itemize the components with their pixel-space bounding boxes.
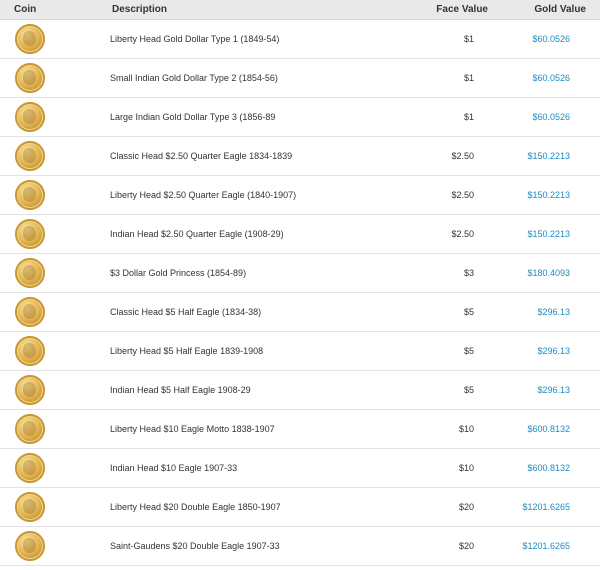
gold-value-link[interactable]: $1201.6265: [500, 502, 600, 512]
gold-coin-icon: [15, 24, 45, 54]
coin-description: Liberty Head $10 Eagle Motto 1838-1907: [110, 424, 275, 434]
face-value: $2.50: [451, 190, 474, 200]
coin-description: Classic Head $5 Half Eagle (1834-38): [110, 307, 262, 317]
coin-cell: [0, 531, 60, 561]
coin-cell: [0, 492, 60, 522]
face-value: $2.50: [451, 151, 474, 161]
table-row: Indian Head $2.50 Quarter Eagle (1908-29…: [0, 215, 600, 254]
coin-cell: [0, 453, 60, 483]
coin-cell: [0, 375, 60, 405]
gold-value-link[interactable]: $150.2213: [500, 190, 600, 200]
coin-description: Liberty Head $5 Half Eagle 1839-1908: [110, 346, 264, 356]
table-header: Coin Description Face Value Gold Value: [0, 0, 600, 20]
coin-description: Indian Head $10 Eagle 1907-33: [110, 463, 238, 473]
gold-value-link[interactable]: $600.8132: [500, 463, 600, 473]
table-row: $3 Dollar Gold Princess (1854-89) $3 $180.…: [0, 254, 600, 293]
table-body: Liberty Head Gold Dollar Type 1 (1849-54…: [0, 20, 600, 566]
coin-description: Large Indian Gold Dollar Type 3 (1856-89: [110, 112, 276, 122]
gold-coin-icon: [15, 297, 45, 327]
face-value: $1: [463, 112, 474, 122]
coin-cell: [0, 336, 60, 366]
coin-description: Classic Head $2.50 Quarter Eagle 1834-18…: [110, 151, 293, 161]
table-row: Classic Head $5 Half Eagle (1834-38) $5 $2…: [0, 293, 600, 332]
table-row: Liberty Head Gold Dollar Type 1 (1849-54…: [0, 20, 600, 59]
gold-coin-icon: [15, 453, 45, 483]
gold-coin-icon: [15, 141, 45, 171]
gold-coin-icon: [15, 414, 45, 444]
gold-value-link[interactable]: $296.13: [500, 385, 600, 395]
face-value: $10: [458, 463, 474, 473]
coin-description: Small Indian Gold Dollar Type 2 (1854-56…: [110, 73, 278, 83]
face-value: $5: [463, 385, 474, 395]
header-coin: Coin: [14, 4, 37, 15]
face-value: $2.50: [451, 229, 474, 239]
gold-coin-icon: [15, 531, 45, 561]
coin-description: Liberty Head Gold Dollar Type 1 (1849-54…: [110, 34, 280, 44]
gold-coin-icon: [15, 180, 45, 210]
header-gold-value: Gold Value: [534, 4, 586, 15]
gold-value-link[interactable]: $150.2213: [500, 151, 600, 161]
gold-coin-icon: [15, 258, 45, 288]
gold-value-link[interactable]: $60.0526: [500, 73, 600, 83]
gold-coin-icon: [15, 219, 45, 249]
coin-cell: [0, 258, 60, 288]
gold-coin-icon: [15, 102, 45, 132]
table-row: Classic Head $2.50 Quarter Eagle 1834-18…: [0, 137, 600, 176]
gold-coin-icon: [15, 63, 45, 93]
coin-cell: [0, 24, 60, 54]
face-value: $20: [458, 502, 474, 512]
table-row: Liberty Head $2.50 Quarter Eagle (1840-1…: [0, 176, 600, 215]
face-value: $1: [463, 73, 474, 83]
gold-value-link[interactable]: $600.8132: [500, 424, 600, 434]
coin-cell: [0, 102, 60, 132]
gold-value-link[interactable]: $150.2213: [500, 229, 600, 239]
face-value: $5: [463, 307, 474, 317]
gold-value-link[interactable]: $60.0526: [500, 34, 600, 44]
gold-value-link[interactable]: $296.13: [500, 346, 600, 356]
face-value: $10: [458, 424, 474, 434]
header-description: Description: [112, 4, 168, 15]
coin-description: Indian Head $2.50 Quarter Eagle (1908-29…: [110, 229, 284, 239]
face-value: $3: [463, 268, 474, 278]
gold-value-link[interactable]: $180.4093: [500, 268, 600, 278]
coin-cell: [0, 180, 60, 210]
table-row: Liberty Head $5 Half Eagle 1839-1908 $5 $2…: [0, 332, 600, 371]
coin-value-table: Coin Description Face Value Gold Value L…: [0, 0, 600, 566]
coin-description: Indian Head $5 Half Eagle 1908-29: [110, 385, 251, 395]
coin-cell: [0, 414, 60, 444]
face-value: $20: [458, 541, 474, 551]
table-row: Indian Head $5 Half Eagle 1908-29 $5 $296.…: [0, 371, 600, 410]
gold-value-link[interactable]: $296.13: [500, 307, 600, 317]
coin-description: Liberty Head $20 Double Eagle 1850-1907: [110, 502, 281, 512]
coin-cell: [0, 141, 60, 171]
face-value: $1: [463, 34, 474, 44]
coin-description: Saint-Gaudens $20 Double Eagle 1907-33: [110, 541, 280, 551]
gold-coin-icon: [15, 375, 45, 405]
gold-coin-icon: [15, 336, 45, 366]
table-row: Indian Head $10 Eagle 1907-33 $10 $600.813…: [0, 449, 600, 488]
coin-cell: [0, 63, 60, 93]
table-row: Liberty Head $20 Double Eagle 1850-1907 $…: [0, 488, 600, 527]
coin-description: Liberty Head $2.50 Quarter Eagle (1840-1…: [110, 190, 297, 200]
table-row: Small Indian Gold Dollar Type 2 (1854-56…: [0, 59, 600, 98]
coin-description: $3 Dollar Gold Princess (1854-89): [110, 268, 247, 278]
gold-coin-icon: [15, 492, 45, 522]
header-face-value: Face Value: [436, 4, 488, 15]
coin-cell: [0, 297, 60, 327]
table-row: Large Indian Gold Dollar Type 3 (1856-89…: [0, 98, 600, 137]
gold-value-link[interactable]: $1201.6265: [500, 541, 600, 551]
table-row: Liberty Head $10 Eagle Motto 1838-1907 $1…: [0, 410, 600, 449]
gold-value-link[interactable]: $60.0526: [500, 112, 600, 122]
table-row: Saint-Gaudens $20 Double Eagle 1907-33 $2…: [0, 527, 600, 566]
face-value: $5: [463, 346, 474, 356]
coin-cell: [0, 219, 60, 249]
